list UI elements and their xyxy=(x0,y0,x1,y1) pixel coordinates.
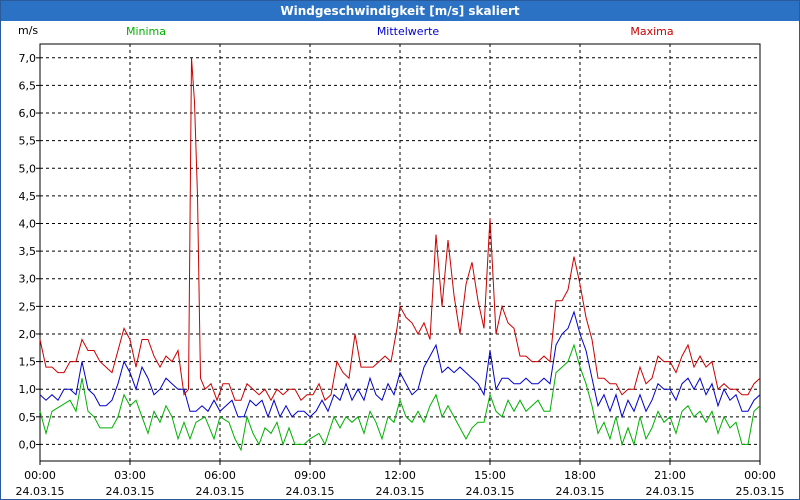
y-tick-label: 2,0 xyxy=(19,328,37,341)
legend-mittelwerte: Mittelwerte xyxy=(377,25,440,38)
y-tick-label: 3,5 xyxy=(19,245,37,258)
x-tick-date: 24.03.15 xyxy=(376,485,425,498)
y-tick-label: 1,5 xyxy=(19,356,37,369)
x-tick-date: 24.03.15 xyxy=(106,485,155,498)
x-tick-date: 24.03.15 xyxy=(16,485,65,498)
x-tick-date: 24.03.15 xyxy=(286,485,335,498)
y-tick-label: 4,0 xyxy=(19,218,37,231)
legend: Minima Mittelwerte Maxima xyxy=(126,25,674,38)
x-tick-date: 24.03.15 xyxy=(196,485,245,498)
y-tick-label: 7,0 xyxy=(19,52,37,65)
y-tick-label: 0,5 xyxy=(19,411,37,424)
y-tick-label: 0,0 xyxy=(19,438,37,451)
x-tick-time: 03:00 xyxy=(114,469,146,482)
chart-canvas: Minima Mittelwerte Maxima 0,0 0,5 1,0 1,5 2,0 2… xyxy=(16,24,785,498)
y-axis-label: m/s xyxy=(18,24,38,37)
y-tick-label: 4,5 xyxy=(19,190,37,203)
y-tick-label: 5,5 xyxy=(19,135,37,148)
x-tick-time: 12:00 xyxy=(384,469,416,482)
x-tick-date: 24.03.15 xyxy=(466,485,515,498)
y-tick-label: 1,0 xyxy=(19,383,37,396)
y-tick-label: 2,5 xyxy=(19,300,37,313)
y-tick-label: 6,5 xyxy=(19,79,37,92)
series-line-maxima xyxy=(39,57,761,402)
legend-maxima: Maxima xyxy=(630,25,673,38)
x-tick-time: 18:00 xyxy=(564,469,596,482)
x-tick-time: 00:00 xyxy=(744,469,776,482)
legend-minima: Minima xyxy=(126,25,166,38)
y-tick-label: 3,0 xyxy=(19,273,37,286)
x-tick-time: 06:00 xyxy=(204,469,236,482)
y-tick-label: 5,0 xyxy=(19,162,37,175)
grid-lines xyxy=(40,44,760,461)
x-tick-date: 24.03.15 xyxy=(556,485,605,498)
x-tick-time: 00:00 xyxy=(24,469,56,482)
y-tick-label: 6,0 xyxy=(19,107,37,120)
x-tick-time: 21:00 xyxy=(654,469,686,482)
x-tick-date: 25.03.15 xyxy=(736,485,785,498)
x-tick-time: 09:00 xyxy=(294,469,326,482)
x-tick-time: 15:00 xyxy=(474,469,506,482)
x-tick-date: 24.03.15 xyxy=(646,485,695,498)
